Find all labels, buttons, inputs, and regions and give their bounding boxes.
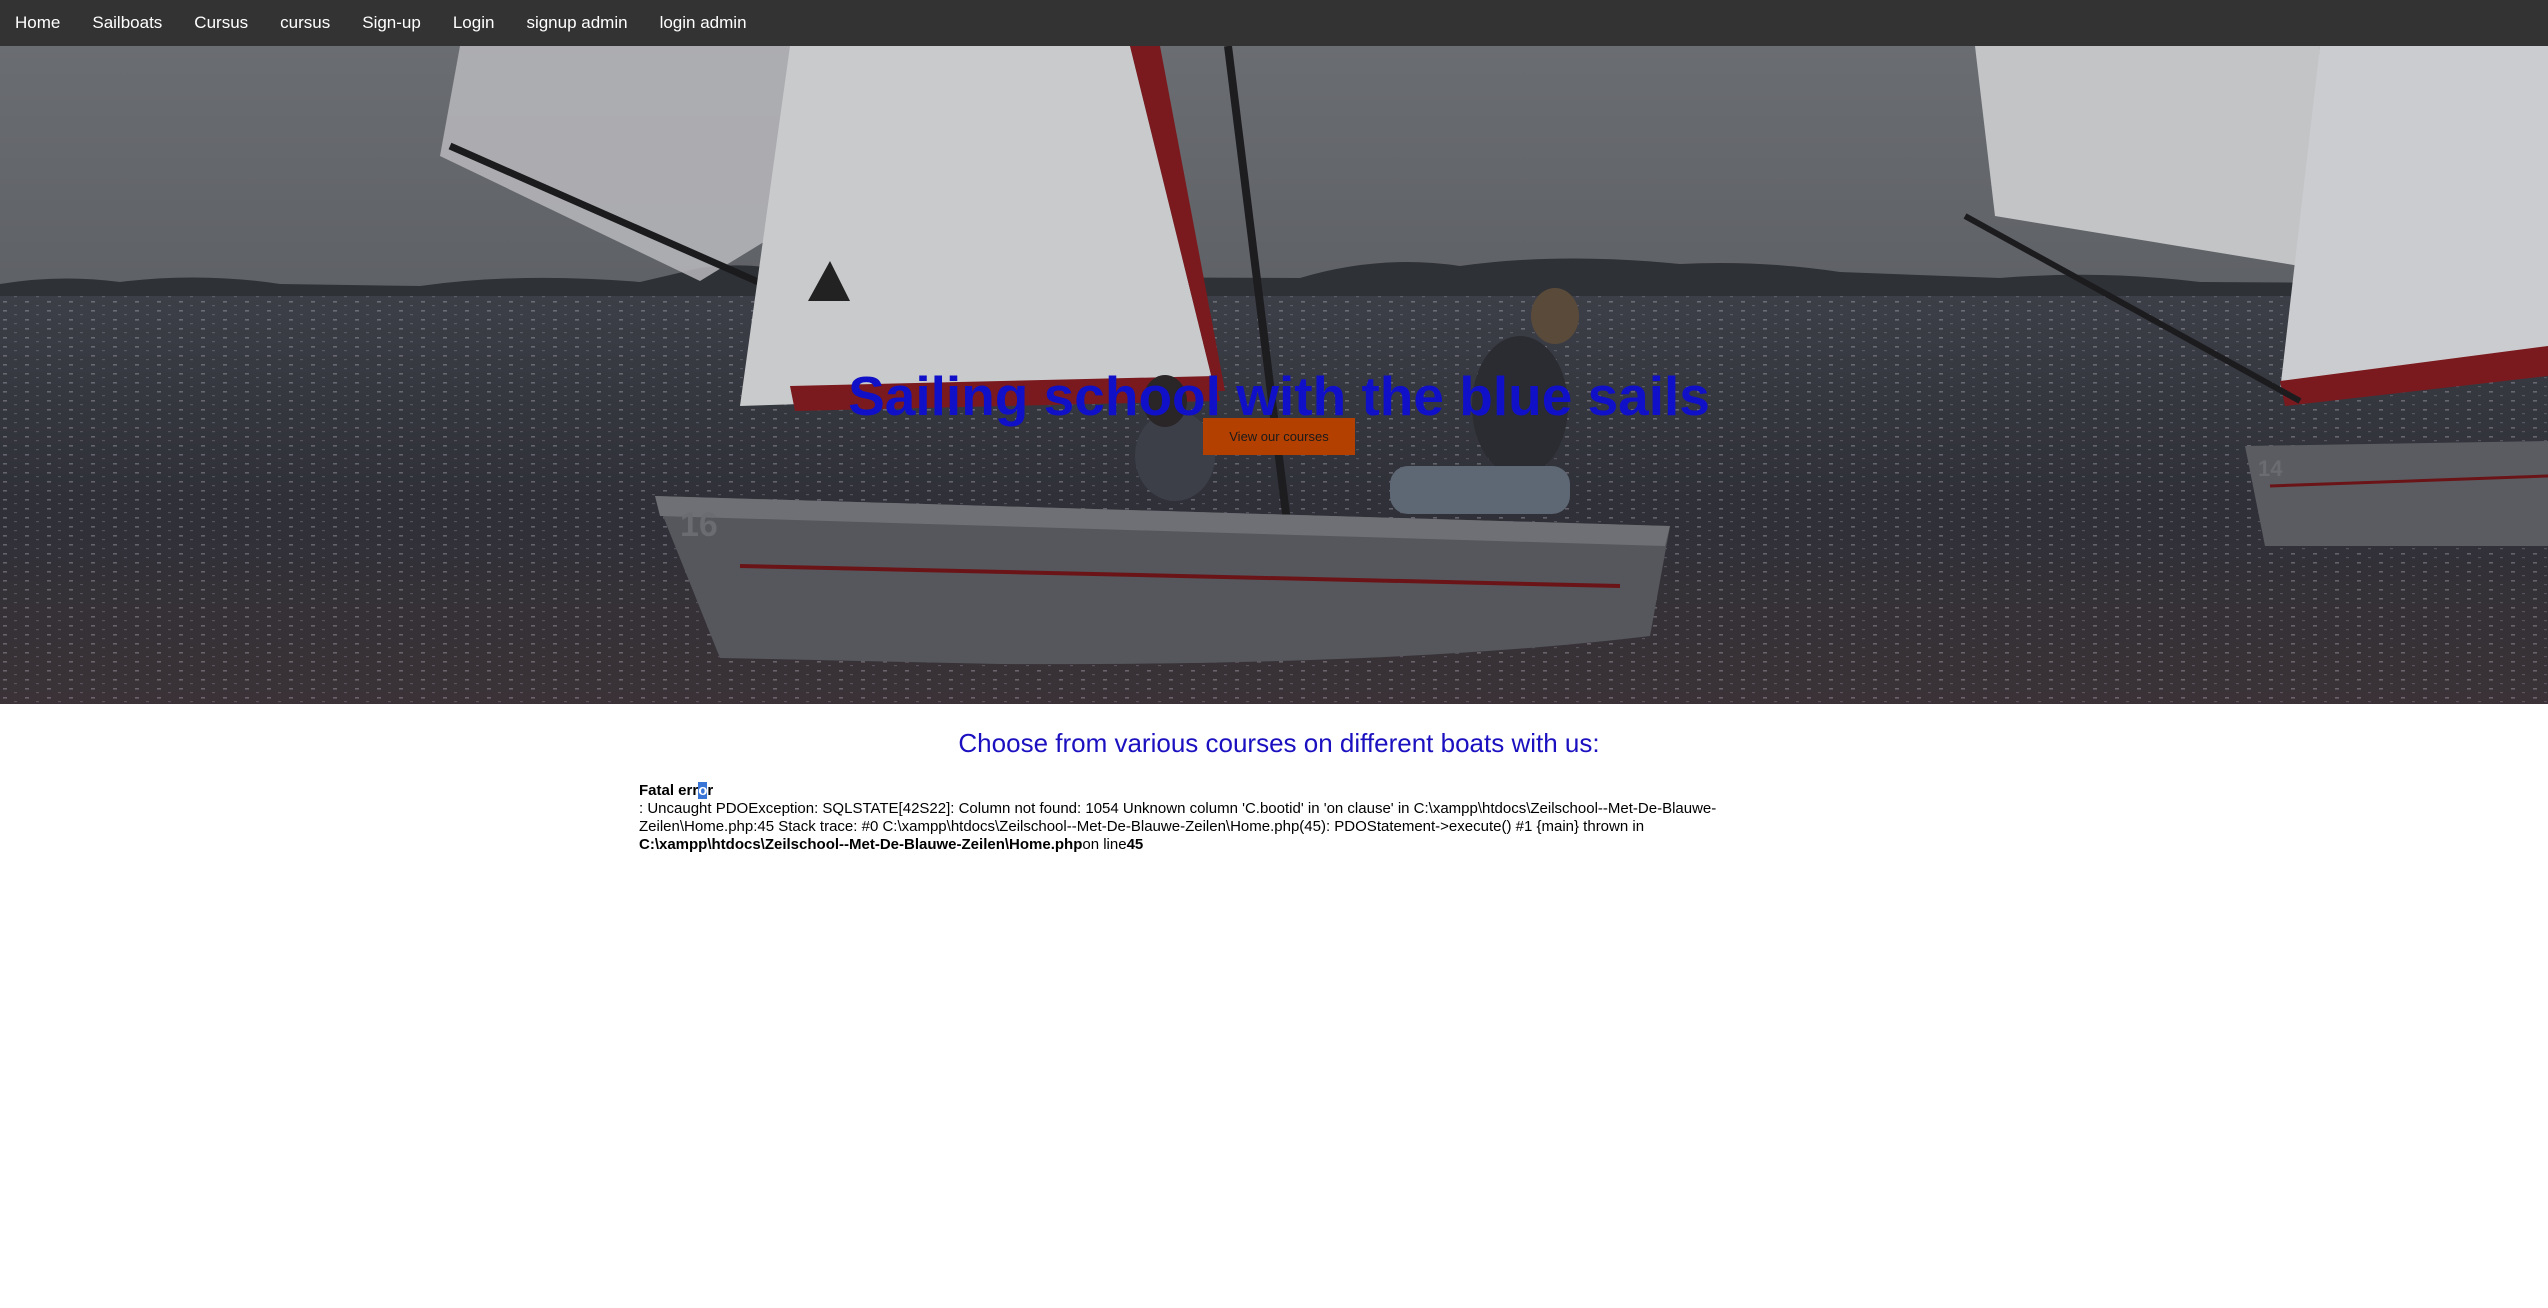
hero-banner: 16 14 Sailing school with the blue sails… [0,46,2548,704]
php-error-message: Fatal error : Uncaught PDOException: SQL… [639,782,1799,854]
nav-link-sign-up[interactable]: Sign-up [362,13,421,33]
boat-number-right: 14 [2258,456,2283,481]
error-line-number: 45 [1126,836,1144,853]
nav-link-home[interactable]: Home [15,13,60,33]
error-detail-text: : Uncaught PDOException: SQLSTATE[42S22]… [639,800,1717,835]
courses-subtitle: Choose from various courses on different… [958,728,1600,758]
nav-link-signup-admin[interactable]: signup admin [526,13,627,33]
error-file-path: C:\xampp\htdocs\Zeilschool--Met-De-Blauw… [639,836,1083,853]
nav-link-login[interactable]: Login [453,13,495,33]
text-selection: o [698,782,708,799]
error-on-line-text: on line [1082,836,1127,853]
nav-link-cursus-lowercase[interactable]: cursus [280,13,330,33]
top-navbar: Home Sailboats Cursus cursus Sign-up Log… [0,0,2548,46]
error-label: Fatal error [639,782,714,799]
nav-link-sailboats[interactable]: Sailboats [92,13,162,33]
boat-number-left: 16 [680,506,718,544]
nav-link-cursus[interactable]: Cursus [194,13,248,33]
view-courses-button[interactable]: View our courses [1203,418,1355,455]
nav-link-login-admin[interactable]: login admin [660,13,747,33]
